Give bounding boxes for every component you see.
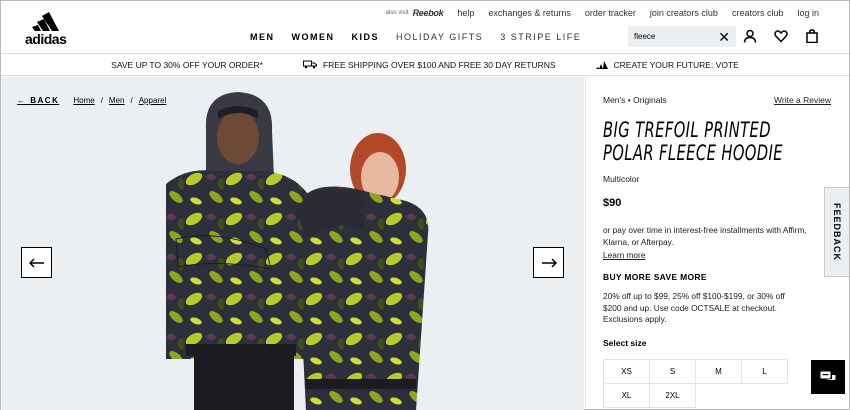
truck-icon — [302, 60, 317, 69]
installments-text: or pay over time in interest-free instal… — [603, 225, 807, 261]
promo-vote[interactable]: CREATE YOUR FUTURE: VOTE — [595, 60, 739, 70]
three-stripes-logo-icon — [32, 12, 59, 31]
size-option-2xl[interactable]: 2XL — [650, 383, 696, 408]
user-icon[interactable] — [743, 29, 757, 43]
join-creators-club-link[interactable]: join creators club — [650, 8, 718, 18]
breadcrumb-home[interactable]: Home — [73, 96, 94, 105]
header: adidas also visit Reebok help exchanges … — [1, 1, 849, 53]
arrow-left-icon — [28, 257, 44, 268]
main-nav: MEN WOMEN KIDS HOLIDAY GIFTS 3 STRIPE LI… — [250, 32, 581, 42]
buy-more-heading: BUY MORE SAVE MORE — [603, 272, 707, 282]
nav-3-stripe-life[interactable]: 3 STRIPE LIFE — [500, 32, 581, 42]
nav-holiday-gifts[interactable]: HOLIDAY GIFTS — [396, 32, 483, 42]
also-visit-label: also visit — [385, 10, 409, 16]
arrow-right-icon — [541, 257, 557, 268]
bag-icon[interactable] — [805, 29, 819, 44]
nav-women[interactable]: WOMEN — [292, 32, 335, 42]
creators-club-link[interactable]: creators club — [732, 8, 784, 18]
buy-more-text: 20% off up to $99, 25% off $100-$199, or… — [603, 291, 785, 324]
size-option-xs[interactable]: XS — [604, 359, 650, 384]
size-option-m[interactable]: M — [696, 359, 742, 384]
logo-text: adidas — [25, 31, 67, 47]
product-title: BIG TREFOIL PRINTED POLAR FLEECE HOODIE — [603, 118, 783, 165]
product-category: Men's • Originals — [603, 95, 667, 105]
breadcrumb-separator: / — [100, 96, 103, 105]
promo-shipping[interactable]: FREE SHIPPING OVER $100 AND FREE 30 DAY … — [302, 60, 556, 70]
clear-search-icon[interactable]: ✕ — [718, 29, 730, 46]
exchanges-returns-link[interactable]: exchanges & returns — [488, 8, 571, 18]
product-photo — [166, 92, 429, 410]
learn-more-link[interactable]: Learn more — [603, 249, 645, 261]
size-option-l[interactable]: L — [742, 359, 788, 384]
product-color: Multicolor — [603, 174, 640, 184]
next-image-button[interactable] — [533, 247, 564, 278]
header-icons — [743, 29, 819, 44]
size-option-xl[interactable]: XL — [604, 383, 650, 408]
reebok-link[interactable]: Reebok — [413, 8, 444, 18]
promo-discount[interactable]: SAVE UP TO 30% OFF YOUR ORDER* — [111, 60, 263, 70]
chat-button[interactable] — [811, 360, 845, 394]
nav-kids[interactable]: KIDS — [352, 32, 380, 42]
breadcrumb-apparel[interactable]: Apparel — [139, 96, 167, 105]
product-price: $90 — [603, 197, 622, 209]
log-in-link[interactable]: log in — [797, 8, 819, 18]
size-grid: XS S M L XL 2XL — [603, 358, 788, 408]
heart-icon[interactable] — [774, 29, 788, 43]
adidas-logo[interactable]: adidas — [25, 11, 73, 47]
select-size-label: Select size — [603, 337, 647, 348]
utility-links: also visit Reebok help exchanges & retur… — [386, 8, 819, 18]
adidas-mountain-icon — [595, 60, 608, 69]
search-input[interactable]: fleece ✕ — [628, 26, 736, 47]
nav-men[interactable]: MEN — [250, 32, 275, 42]
prev-image-button[interactable] — [21, 247, 52, 278]
back-link[interactable]: ← BACK — [17, 96, 59, 105]
search-value: fleece — [634, 32, 656, 41]
product-gallery: ← BACK Home / Men / Apparel — [1, 77, 584, 410]
size-option-s[interactable]: S — [650, 359, 696, 384]
order-tracker-link[interactable]: order tracker — [585, 8, 636, 18]
feedback-tab[interactable]: FEEDBACK — [824, 187, 849, 277]
breadcrumb-men[interactable]: Men — [109, 96, 125, 105]
breadcrumb-separator: / — [130, 96, 133, 105]
help-link[interactable]: help — [457, 8, 474, 18]
promo-bar: SAVE UP TO 30% OFF YOUR ORDER* FREE SHIP… — [1, 53, 849, 76]
chat-icon — [820, 371, 836, 380]
product-details: Men's • Originals Write a Review BIG TRE… — [585, 77, 849, 410]
write-review-link[interactable]: Write a Review — [774, 95, 831, 105]
breadcrumb: ← BACK Home / Men / Apparel — [17, 96, 166, 105]
